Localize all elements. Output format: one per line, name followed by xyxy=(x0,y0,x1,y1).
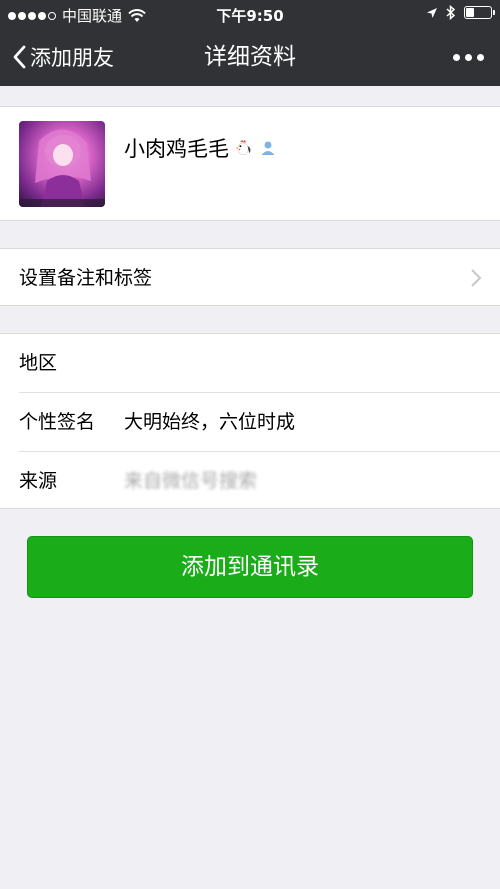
profile-nickname: 小肉鸡毛毛 xyxy=(124,133,277,163)
profile-card: 小肉鸡毛毛 xyxy=(0,106,500,221)
status-time: 下午9:50 xyxy=(216,7,284,25)
chevron-right-icon xyxy=(471,269,482,287)
source-row: 来源 来自微信号搜索 xyxy=(0,452,500,510)
battery-icon xyxy=(464,6,495,19)
remark-label: 设置备注和标签 xyxy=(19,267,153,289)
info-card: 地区 个性签名 大明始终，六位时成 来源 来自微信号搜索 xyxy=(0,333,500,509)
region-row: 地区 xyxy=(0,334,500,392)
source-value: 来自微信号搜索 xyxy=(124,470,258,492)
contact-person-icon xyxy=(261,141,275,155)
add-to-contacts-button[interactable]: 添加到通讯录 xyxy=(27,536,473,598)
page-title: 详细资料 xyxy=(204,44,296,70)
more-dot-icon xyxy=(465,53,472,61)
more-dot-icon xyxy=(477,53,484,61)
status-bar: 中国联通 下午9:50 xyxy=(0,0,500,28)
bluetooth-icon xyxy=(446,5,456,20)
remark-row[interactable]: 设置备注和标签 xyxy=(0,248,500,306)
avatar[interactable] xyxy=(19,121,105,207)
source-label: 来源 xyxy=(19,470,58,492)
signature-row: 个性签名 大明始终，六位时成 xyxy=(0,393,500,451)
nav-bar: 添加朋友 详细资料 xyxy=(0,28,500,86)
location-arrow-icon xyxy=(427,7,437,18)
rooster-emoji-icon xyxy=(235,139,251,156)
avatar-image-icon xyxy=(19,129,105,207)
signature-value: 大明始终，六位时成 xyxy=(124,411,296,433)
more-button[interactable] xyxy=(453,28,484,86)
nickname-text: 小肉鸡毛毛 xyxy=(124,137,229,161)
top-bar: 中国联通 下午9:50 添加朋友 详细资料 xyxy=(0,0,500,86)
region-label: 地区 xyxy=(19,352,58,374)
signature-label: 个性签名 xyxy=(19,411,96,433)
more-dot-icon xyxy=(453,53,460,61)
